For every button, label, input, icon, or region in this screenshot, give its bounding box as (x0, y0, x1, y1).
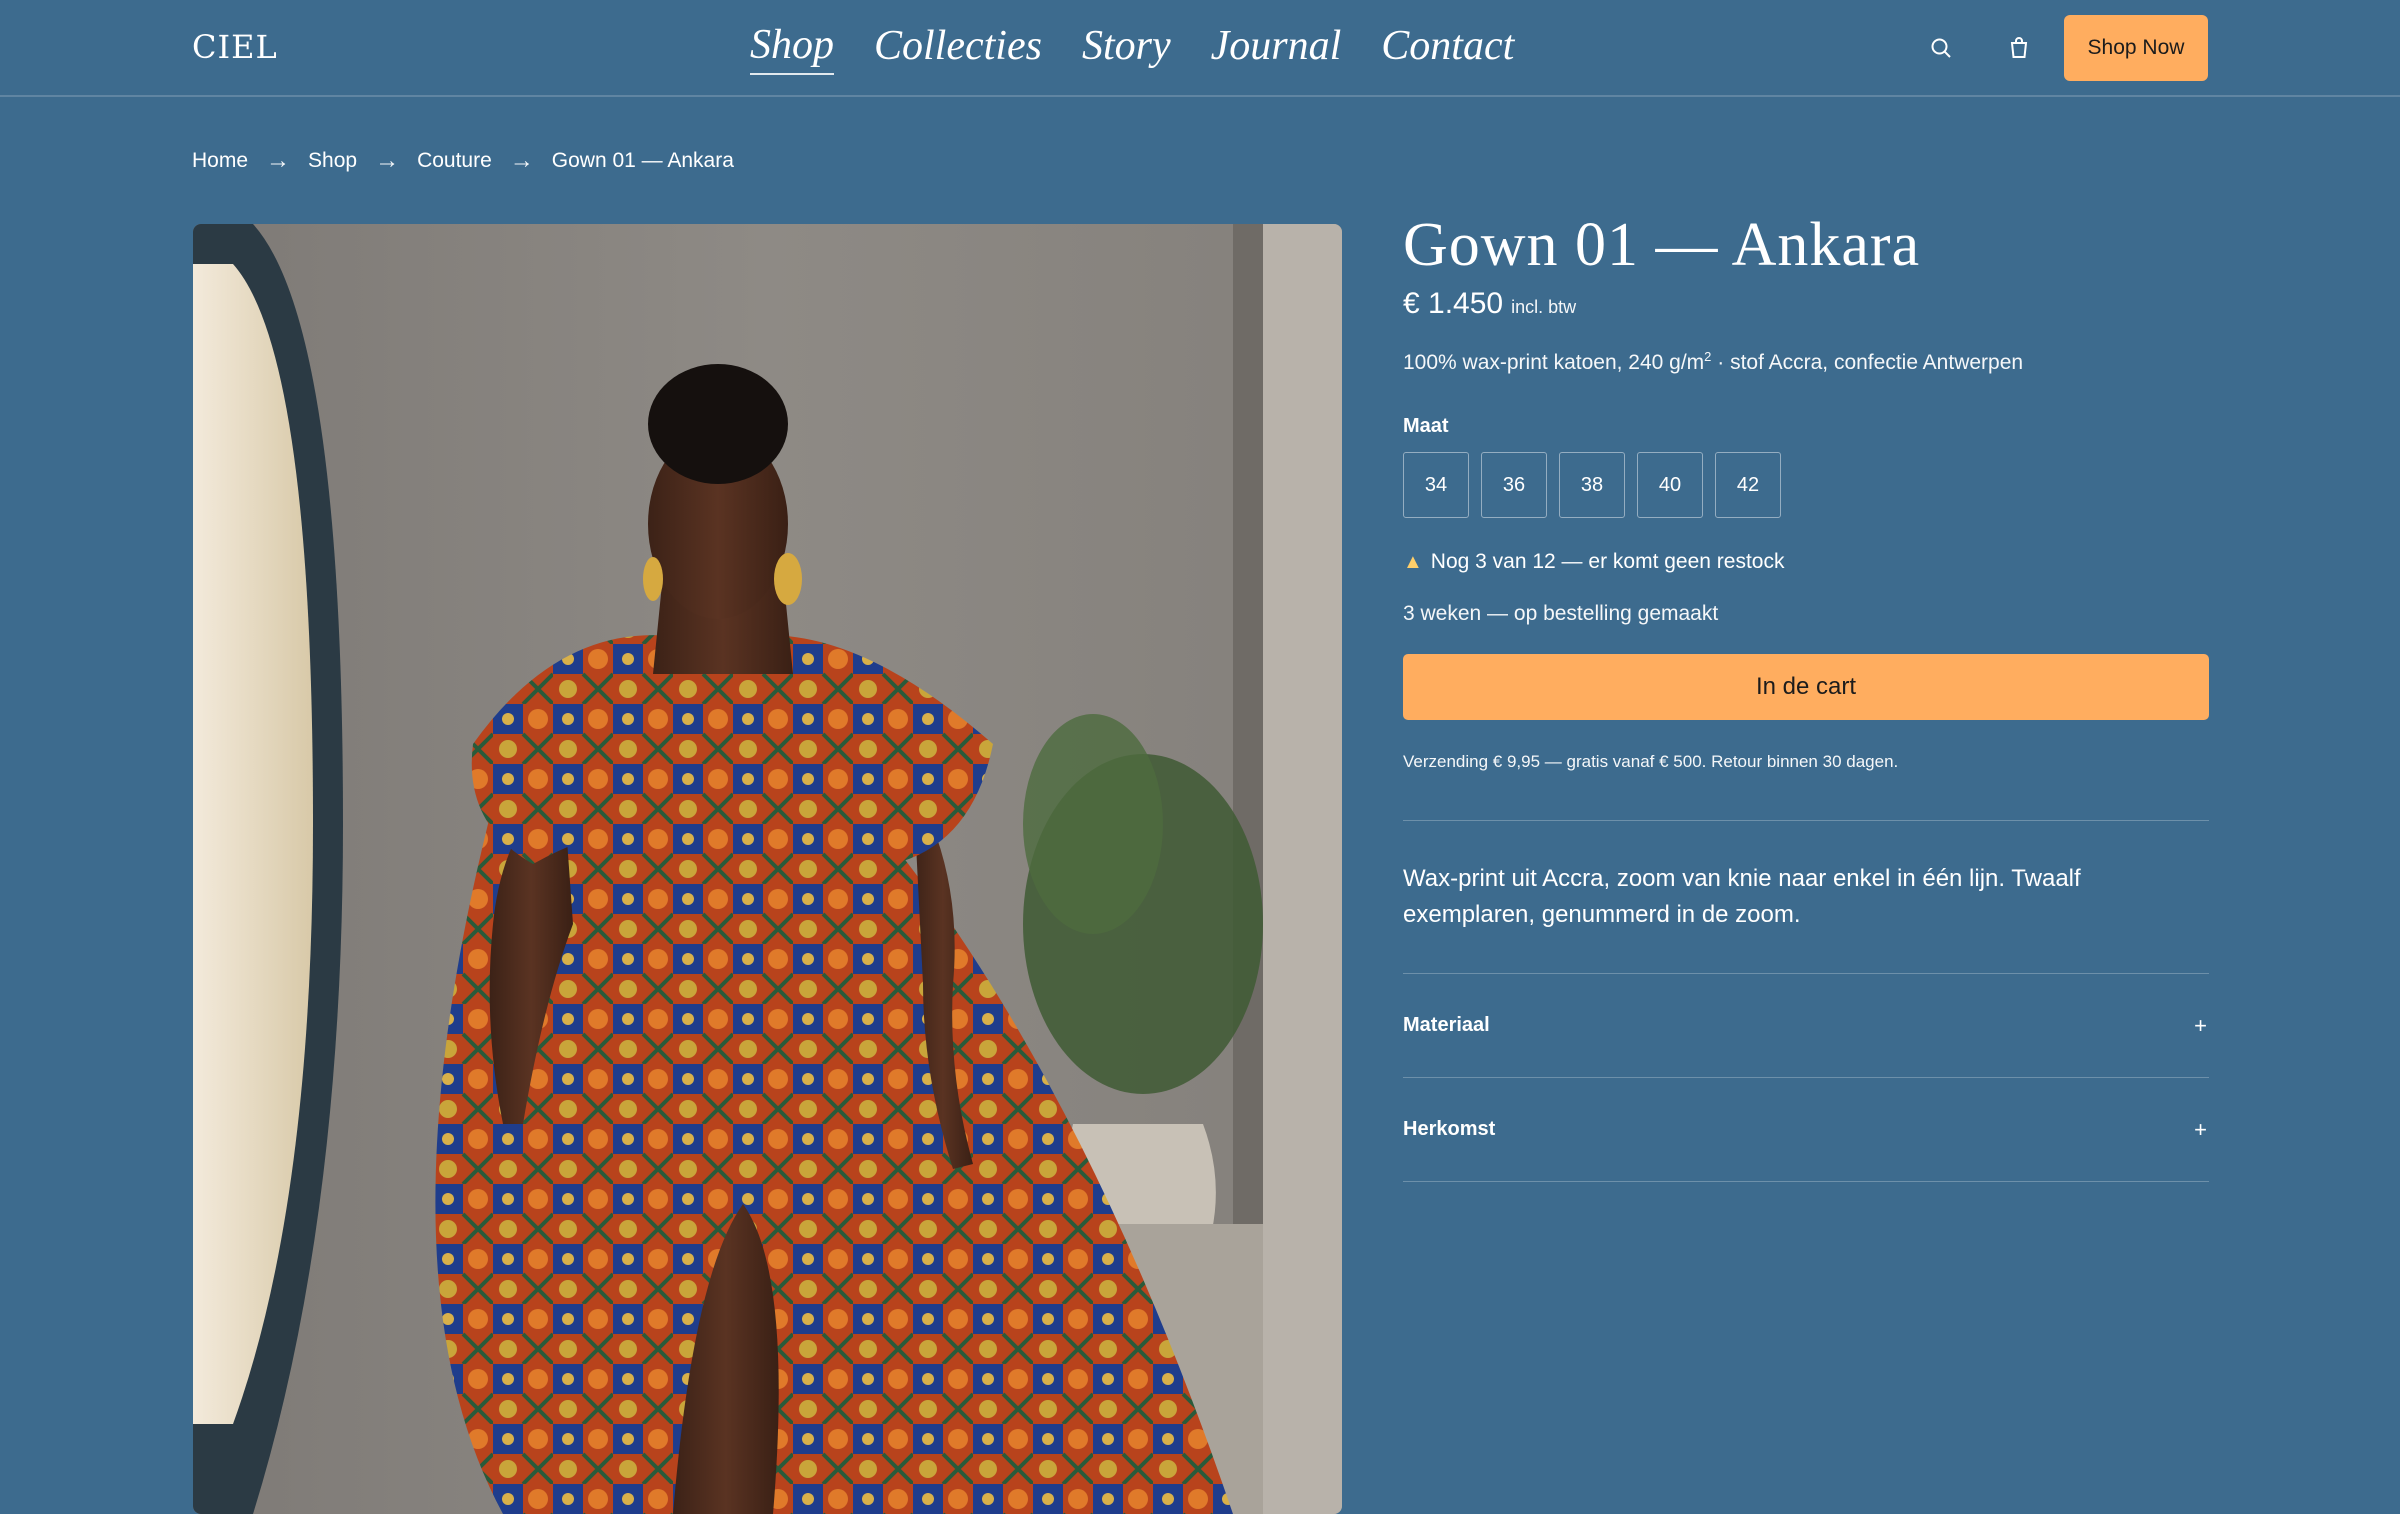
nav-item-collecties[interactable]: Collecties (874, 22, 1042, 74)
site-header: CIEL Shop Collecties Story Journal Conta… (0, 0, 2400, 97)
accordion-label: Materiaal (1403, 1014, 1490, 1036)
specs-material: 100% wax-print katoen, 240 g/m (1403, 351, 1705, 374)
breadcrumb-couture[interactable]: Couture (417, 149, 492, 173)
accordion-materiaal[interactable]: Materiaal + (1403, 974, 2209, 1078)
accordion-herkomst[interactable]: Herkomst + (1403, 1078, 2209, 1182)
nav-item-story[interactable]: Story (1082, 22, 1171, 74)
size-option-40[interactable]: 40 (1637, 452, 1703, 518)
warning-icon: ▲ (1403, 550, 1423, 573)
size-selector: 34 36 38 40 42 (1403, 452, 2209, 518)
breadcrumb-separator: → (509, 147, 534, 174)
stock-text: Nog 3 van 12 — er komt geen restock (1430, 550, 1785, 573)
divider (1403, 820, 2209, 821)
brand-logo[interactable]: CIEL (192, 28, 278, 66)
product-title: Gown 01 — Ankara (1403, 211, 1921, 279)
size-option-36[interactable]: 36 (1481, 452, 1547, 518)
accordion-label: Herkomst (1403, 1118, 1496, 1140)
main-nav: Shop Collecties Story Journal Contact (750, 20, 1514, 76)
product-description: Wax-print uit Accra, zoom van knie naar … (1403, 865, 2081, 928)
breadcrumb: Home → Shop → Couture → Gown 01 — Ankara (192, 146, 734, 176)
shopping-bag-icon[interactable] (2001, 30, 2037, 66)
price-vat-note: incl. btw (1511, 297, 1577, 317)
size-label: Maat (1403, 415, 1449, 437)
product-info: Gown 01 — Ankara € 1.450 incl. btw 100% … (1403, 210, 2209, 1182)
nav-item-journal[interactable]: Journal (1211, 22, 1342, 74)
size-option-34[interactable]: 34 (1403, 452, 1469, 518)
shipping-note: Verzending € 9,95 — gratis vanaf € 500. … (1403, 752, 1899, 771)
size-option-38[interactable]: 38 (1559, 452, 1625, 518)
search-icon[interactable] (1923, 30, 1959, 66)
breadcrumb-shop[interactable]: Shop (308, 149, 357, 173)
specs-origin: · stof Accra, confectie Antwerpen (1711, 351, 2024, 374)
plus-icon[interactable]: + (2194, 1013, 2209, 1039)
product-photo-illustration (193, 224, 1342, 1514)
product-specs: 100% wax-print katoen, 240 g/m2 · stof A… (1403, 349, 2209, 375)
lead-time: 3 weken — op bestelling gemaakt (1403, 602, 1719, 625)
breadcrumb-separator: → (375, 147, 400, 174)
nav-item-shop[interactable]: Shop (750, 21, 834, 75)
breadcrumb-current: Gown 01 — Ankara (551, 149, 734, 172)
breadcrumb-separator: → (266, 147, 291, 174)
add-to-cart-button[interactable]: In de cart (1403, 654, 2209, 720)
price-row: € 1.450 incl. btw (1403, 287, 2209, 321)
shop-now-button[interactable]: Shop Now (2064, 15, 2208, 81)
product-image[interactable] (193, 224, 1342, 1514)
stock-notice: ▲ Nog 3 van 12 — er komt geen restock (1403, 550, 2209, 574)
product-price: € 1.450 (1403, 287, 1504, 320)
breadcrumb-home[interactable]: Home (192, 149, 248, 173)
nav-item-contact[interactable]: Contact (1381, 22, 1514, 74)
plus-icon[interactable]: + (2194, 1117, 2209, 1143)
size-option-42[interactable]: 42 (1715, 452, 1781, 518)
